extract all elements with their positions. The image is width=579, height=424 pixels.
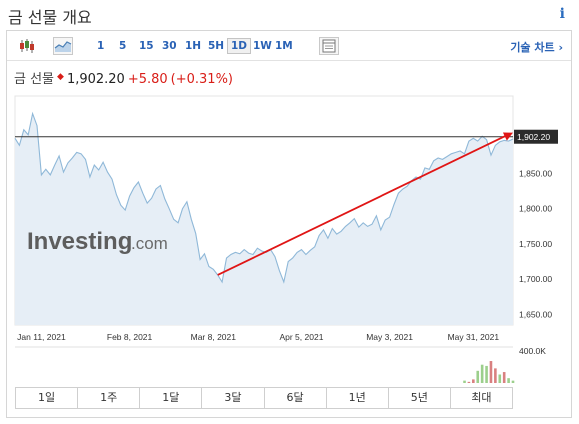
volume-bar: [489, 361, 493, 383]
quote-line: 금 선물 ◆ 1,902.20 +5.80 (+0.31%): [14, 68, 236, 87]
period-5y[interactable]: 5년: [389, 388, 451, 408]
page-title: 금 선물 개요: [8, 8, 92, 27]
table-view-icon[interactable]: [319, 37, 339, 55]
period-selector: 1일 1주 1달 3달 6달 1년 5년 최대: [15, 387, 513, 409]
period-1d[interactable]: 1일: [16, 388, 79, 408]
y-tick-label: 1,650.00: [519, 309, 552, 319]
volume-bar: [480, 364, 484, 383]
chart-widget: 1 5 15 30 1H 5H 1D 1W 1M 기술 차트 › 금 선물 ◆ 1,…: [6, 30, 572, 418]
volume-bar: [511, 380, 515, 383]
candlestick-icon[interactable]: [17, 37, 37, 55]
volume-bar: [476, 370, 480, 383]
period-3m[interactable]: 3달: [202, 388, 265, 408]
period-6m[interactable]: 6달: [265, 388, 327, 408]
timeframe-1h[interactable]: 1H: [185, 40, 201, 52]
period-1y[interactable]: 1년: [327, 388, 389, 408]
volume-bar: [463, 380, 466, 383]
area-chart-icon[interactable]: [53, 37, 73, 55]
x-tick-label: May 31, 2021: [448, 332, 500, 342]
price-change: +5.80: [127, 72, 168, 87]
y-tick-label: 1,850.00: [519, 169, 552, 179]
period-1m[interactable]: 1달: [140, 388, 203, 408]
watermark-suffix: .com: [131, 234, 168, 253]
x-tick-label: Mar 8, 2021: [191, 332, 237, 342]
last-price: 1,902.20: [66, 72, 125, 87]
x-tick-label: Apr 5, 2021: [279, 332, 323, 342]
timeframe-5h[interactable]: 5H: [208, 40, 224, 52]
volume-bar: [494, 368, 497, 383]
current-price-label: 1,902.20: [517, 132, 550, 142]
timeframe-30[interactable]: 30: [162, 40, 177, 52]
price-chart[interactable]: Investing.com 1,902.20 1,850.00 1,800.00 1,7…: [7, 91, 571, 383]
timeframe-1m[interactable]: 1M: [275, 40, 293, 52]
timeframe-5[interactable]: 5: [119, 40, 126, 52]
x-tick-label: Feb 8, 2021: [107, 332, 153, 342]
timeframe-1w[interactable]: 1W: [253, 40, 272, 52]
price-change-pct: (+0.31%): [170, 72, 234, 87]
volume-axis-max: 400.0K: [519, 346, 546, 356]
timeframe-1[interactable]: 1: [97, 40, 104, 52]
x-tick-label: May 3, 2021: [366, 332, 413, 342]
period-max[interactable]: 최대: [451, 388, 512, 408]
timeframe-1d[interactable]: 1D: [227, 38, 252, 54]
period-1w[interactable]: 1주: [78, 388, 141, 408]
x-tick-label: Jan 11, 2021: [17, 332, 66, 342]
volume-bar: [467, 381, 471, 383]
y-tick-label: 1,750.00: [519, 239, 552, 249]
y-tick-label: 1,800.00: [519, 204, 552, 214]
volume-bar: [498, 374, 502, 383]
volume-bar: [502, 372, 506, 383]
tech-chart-link[interactable]: 기술 차트 ›: [510, 39, 563, 55]
up-diamond-icon: ◆: [57, 72, 64, 82]
chart-toolbar: 1 5 15 30 1H 5H 1D 1W 1M 기술 차트 ›: [7, 31, 571, 61]
instrument-name: 금 선물: [14, 72, 55, 87]
y-tick-label: 1,700.00: [519, 274, 552, 284]
volume-bar: [485, 365, 488, 383]
timeframe-15[interactable]: 15: [139, 40, 154, 52]
volume-bar: [507, 378, 510, 383]
watermark-brand: Investing: [27, 228, 132, 255]
volume-bar: [472, 379, 475, 383]
info-icon[interactable]: i: [560, 6, 565, 22]
